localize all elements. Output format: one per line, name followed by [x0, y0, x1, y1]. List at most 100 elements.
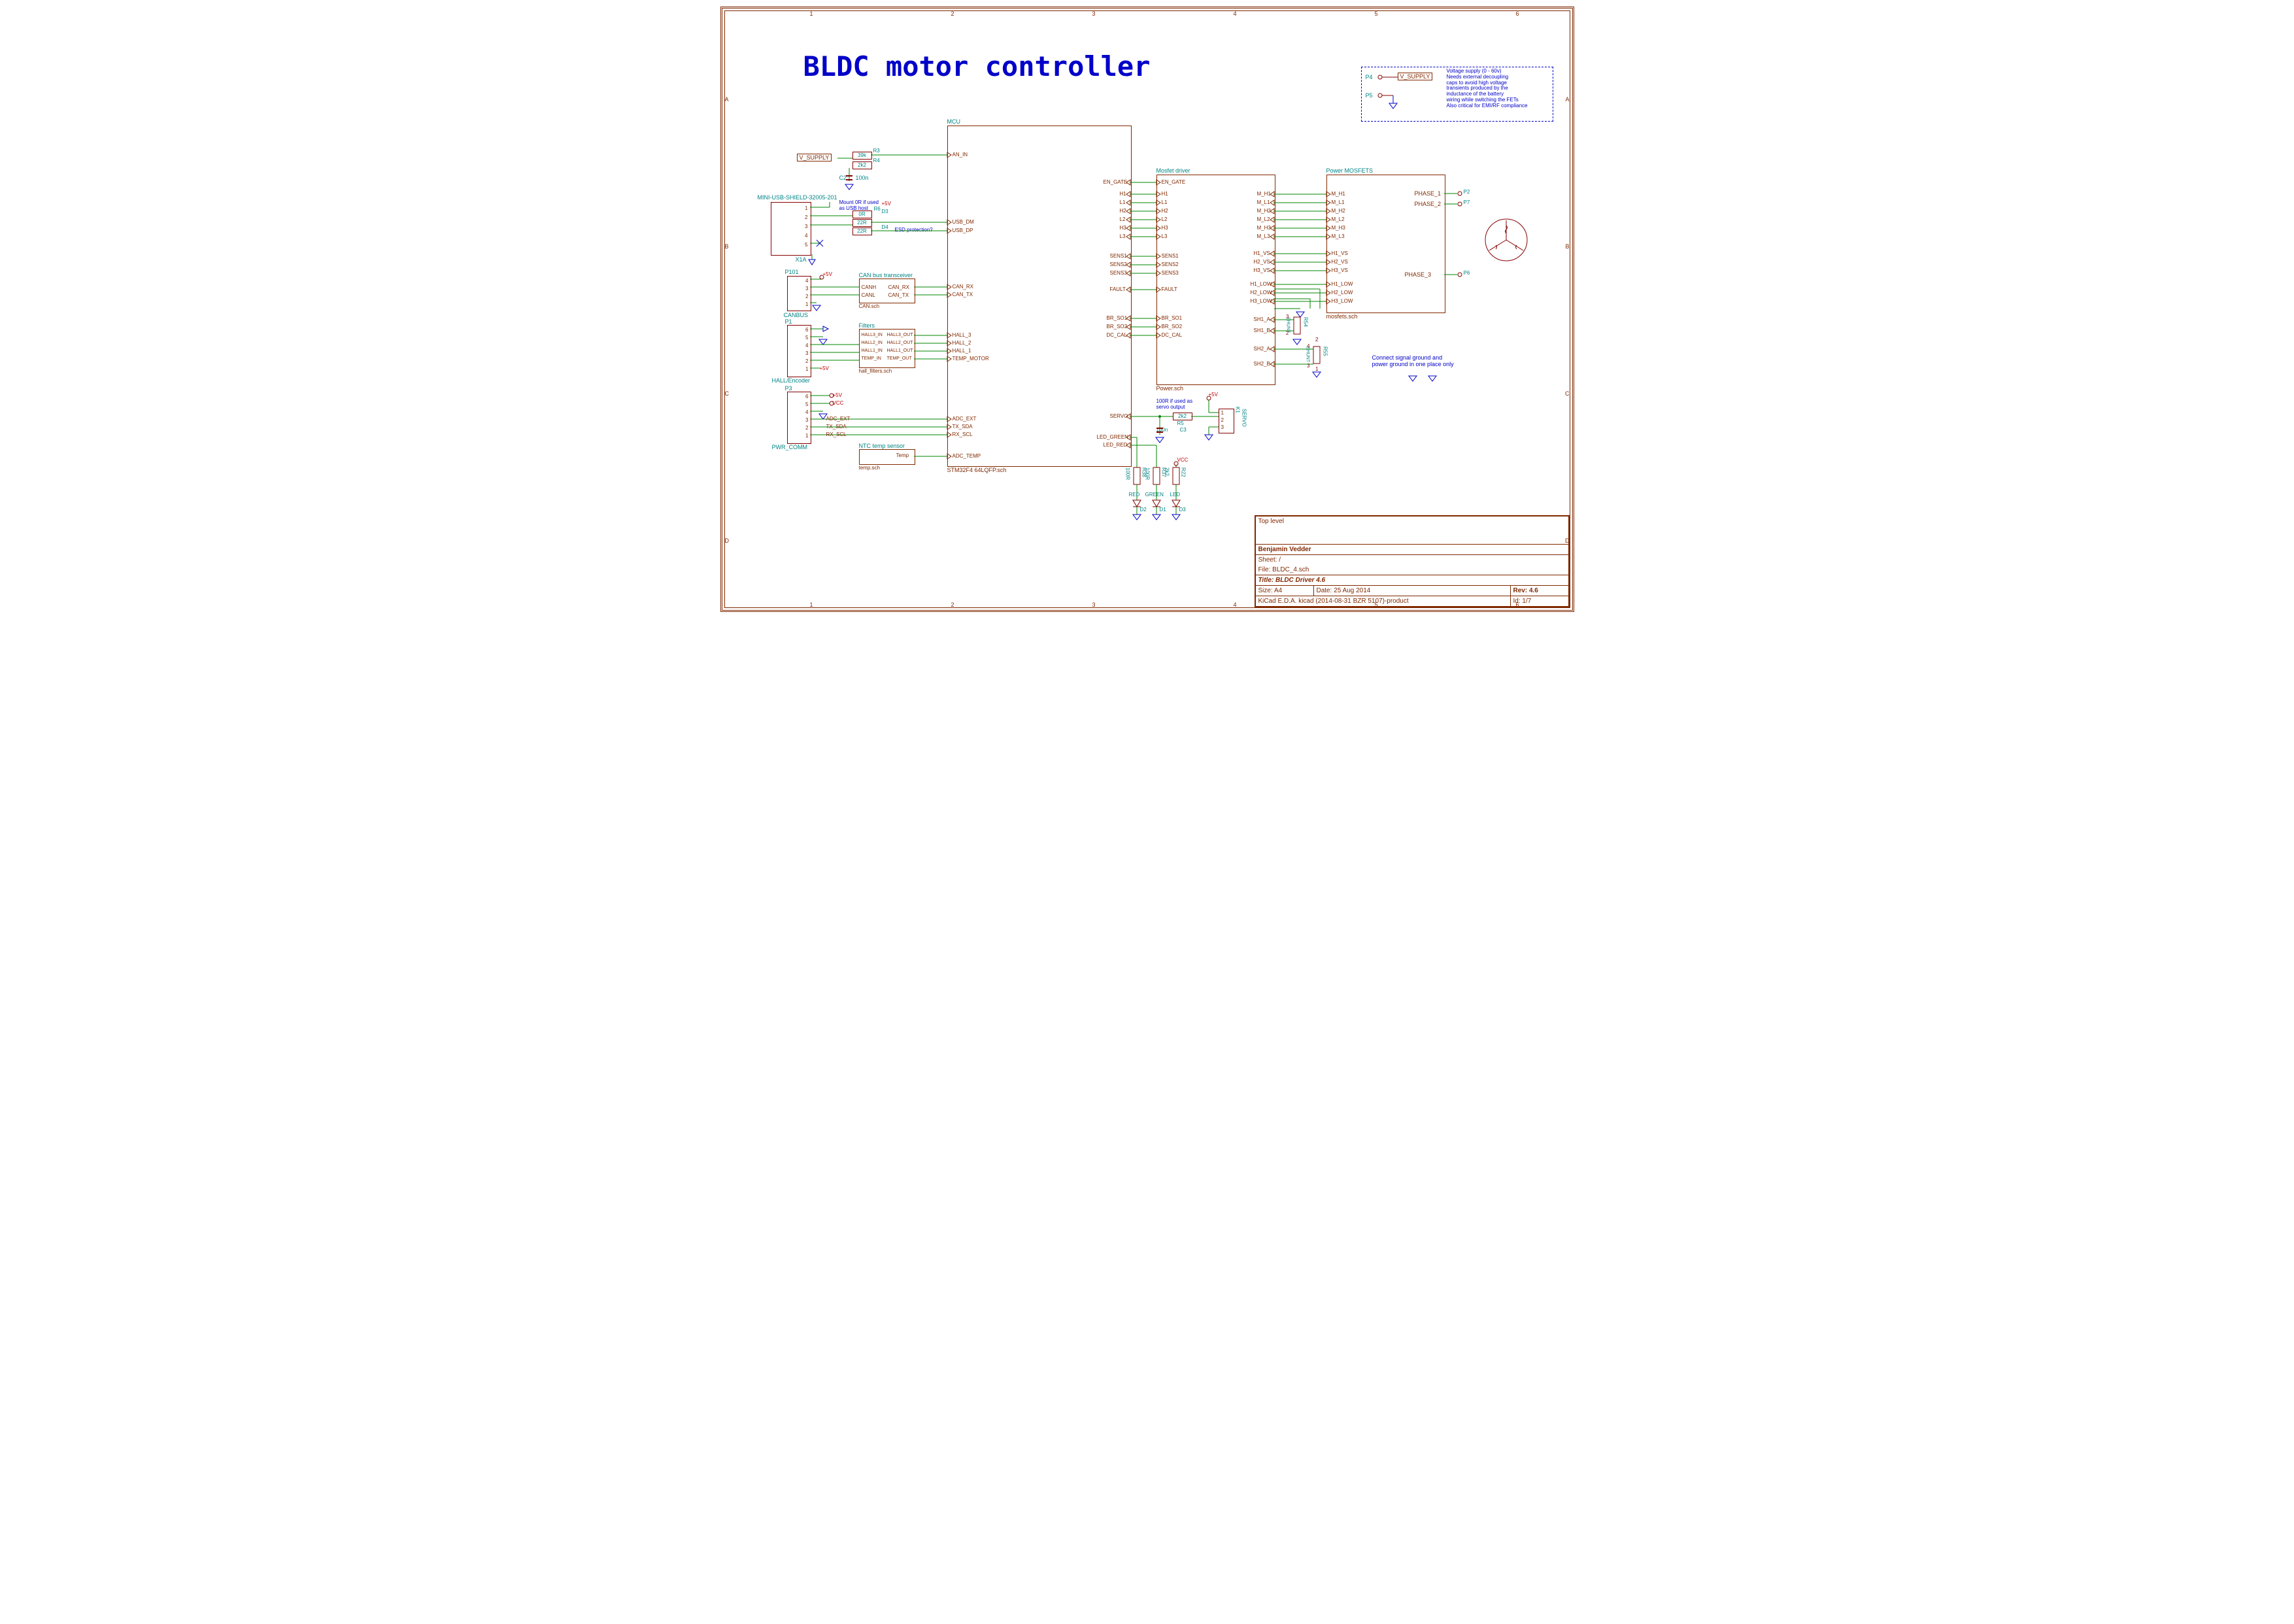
- zone-bot-2: 2: [951, 601, 954, 608]
- leds-vcc: VCC: [1177, 457, 1189, 463]
- usb-ref: X1A: [796, 256, 807, 263]
- fet-l-m_h3: M_H3: [1332, 225, 1345, 231]
- r3: 39k: [852, 152, 872, 160]
- fet-l-m_h2: M_H2: [1332, 208, 1345, 214]
- usb-pin2: 2: [805, 214, 807, 220]
- fet-l-h2_vs: H2_VS: [1332, 259, 1348, 265]
- p3-name: PWR_COMM: [772, 444, 808, 450]
- cantx-l: CAN_TX: [888, 292, 909, 298]
- drv-r-h1_low: H1_LOW: [1251, 281, 1272, 287]
- mcu-r-en_gate: EN_GATE: [1104, 179, 1128, 185]
- mcu-r-l2: L2: [1120, 216, 1126, 222]
- zone-bot-3: 3: [1092, 601, 1096, 608]
- drv-r-h3_low: H3_LOW: [1251, 298, 1272, 304]
- usb-5v: +5V: [882, 201, 891, 207]
- can-file: CAN.sch: [859, 303, 880, 309]
- schematic-sheet: 1 2 3 4 5 6 1 2 3 4 5 6 A B C D A B C D …: [720, 7, 1574, 612]
- fet-l-h2_low: H2_LOW: [1332, 290, 1353, 296]
- r22v: 2k2: [1164, 467, 1170, 476]
- r3-ref: R3: [873, 148, 880, 154]
- usb-pin3: 3: [805, 224, 807, 229]
- mcu-r-br_so1: BR_SO1: [1107, 315, 1128, 321]
- drv-l-sens3: SENS3: [1162, 270, 1179, 276]
- vsupply-flag: V_SUPPLY: [1398, 73, 1433, 80]
- mcu-l-adc_temp: ADC_TEMP: [953, 453, 981, 459]
- drv-l-fault: FAULT: [1162, 286, 1177, 292]
- servo-5v: +5V: [1209, 392, 1218, 398]
- mcu-r-sens2: SENS2: [1110, 262, 1127, 267]
- drv-r-m_h1: M_H1: [1257, 191, 1271, 197]
- motor-symbol-icon: [1480, 214, 1532, 266]
- fet-l-h1_low: H1_LOW: [1332, 281, 1353, 287]
- mcu-r-sens1: SENS1: [1110, 253, 1127, 259]
- supply-note-text: Voltage supply (0 - 60v) Needs external …: [1447, 69, 1528, 109]
- powfet-name: Power MOSFETS: [1326, 167, 1374, 174]
- esd-note: ESD protection?: [895, 227, 933, 233]
- vsupply-net: V_SUPPLY: [797, 154, 832, 161]
- drv-r-m_h3: M_H3: [1257, 225, 1271, 231]
- drv-r-h2_low: H2_LOW: [1251, 290, 1272, 296]
- drv-l-br_so2: BR_SO2: [1162, 324, 1183, 330]
- drv-l-h2: H2: [1162, 208, 1168, 214]
- usb-pin5: 5: [805, 242, 807, 248]
- r5-ref: R5: [1177, 420, 1184, 426]
- canbus-name: CANBUS: [784, 312, 809, 318]
- zone-r-c: C: [1565, 390, 1570, 397]
- mcu-r-h1: H1: [1120, 191, 1126, 197]
- mcu-name: MCU: [947, 118, 961, 125]
- zone-top-4: 4: [1234, 10, 1237, 17]
- r4-val: 2k2: [858, 162, 866, 168]
- p4-ref: P4: [1366, 74, 1373, 80]
- hall-ref: P1: [785, 318, 792, 325]
- svg-text:1: 1: [1315, 366, 1319, 372]
- svg-text:2: 2: [1315, 337, 1319, 343]
- fet-l-h1_vs: H1_VS: [1332, 250, 1348, 256]
- r54-val: SHUNT: [1286, 317, 1290, 333]
- fet-l-m_l2: M_L2: [1332, 216, 1345, 222]
- led-green: GREEN: [1145, 492, 1164, 498]
- drv-l-dc_cal: DC_CAL: [1162, 332, 1183, 338]
- led-led: LED: [1170, 492, 1181, 498]
- drv-r-sh1_a: SH1_A: [1254, 316, 1270, 322]
- gnd-symbols-icon: [1405, 371, 1444, 390]
- tb-top: Top level: [1255, 516, 1568, 545]
- mcu-r-l3: L3: [1120, 233, 1126, 239]
- r54-ref: R54: [1303, 317, 1309, 327]
- tb-date: Date: 25 Aug 2014: [1313, 586, 1510, 596]
- r3-val: 39k: [858, 152, 866, 158]
- c3-val: 100n: [1156, 427, 1168, 433]
- zone-r-a: A: [1565, 96, 1569, 103]
- mcu-r-led_green: LED_GREEN: [1097, 434, 1128, 440]
- drv-l-h3: H3: [1162, 225, 1168, 231]
- filters-block: Filters: [859, 322, 875, 329]
- mcu-r-h3: H3: [1120, 225, 1126, 231]
- mcu-r-l1: L1: [1120, 199, 1126, 205]
- can-sheet: [859, 279, 915, 303]
- fet-l-h3_low: H3_LOW: [1332, 298, 1353, 304]
- zone-top-3: 3: [1092, 10, 1096, 17]
- servo-note: 100R if used as servo output: [1156, 398, 1193, 410]
- usb-r-mid: 22R: [852, 219, 872, 227]
- r4: 2k2: [852, 161, 872, 169]
- tb-size: Size: A4: [1255, 586, 1313, 596]
- p6-ref: P6: [1464, 270, 1470, 276]
- drv-r-m_l3: M_L3: [1257, 233, 1270, 239]
- schematic-inner-border: 1 2 3 4 5 6 1 2 3 4 5 6 A B C D A B C D …: [724, 10, 1570, 608]
- usb-pin1: 1: [805, 205, 807, 211]
- drv-l-en_gate: EN_GATE: [1162, 179, 1186, 185]
- drv-r-m_l2: M_L2: [1257, 216, 1270, 222]
- r4-ref: R4: [873, 158, 880, 163]
- usb-conn-name: MINI-USB-SHIELD-32005-201: [758, 194, 837, 201]
- filters-file: hall_filters.sch: [859, 368, 892, 374]
- canh: CANH: [862, 284, 877, 290]
- mcu-l-hall_1: HALL_1: [953, 348, 971, 354]
- hall-conn: 6 5 4 3 2 1: [787, 325, 811, 377]
- d3-ref: D3: [882, 209, 888, 214]
- d3-led: D3: [1179, 507, 1186, 513]
- d4-ref: D4: [882, 224, 888, 230]
- tb-file: File: BLDC_4.sch: [1255, 565, 1568, 575]
- drv-l-sens2: SENS2: [1162, 262, 1179, 267]
- drv-l-sens1: SENS1: [1162, 253, 1179, 259]
- drv-r-m_l1: M_L1: [1257, 199, 1270, 205]
- hall-5v: +5V: [820, 365, 829, 371]
